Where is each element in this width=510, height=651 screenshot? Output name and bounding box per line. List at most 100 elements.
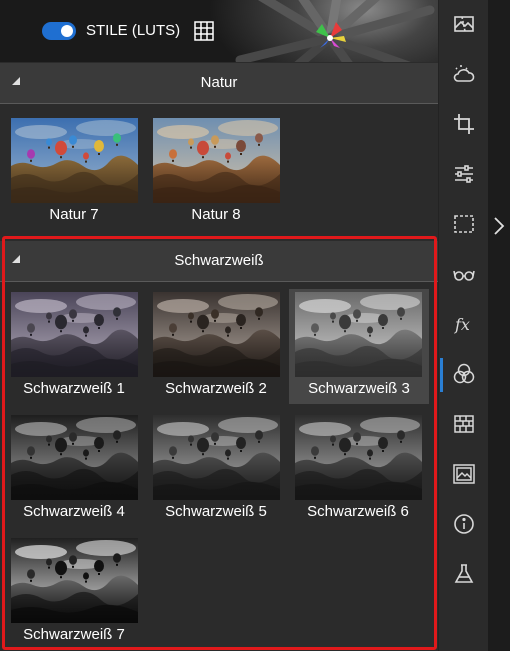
style-thumb-schwarzweiss-4[interactable]: Schwarzweiß 4 bbox=[8, 412, 140, 527]
frame-image-icon[interactable] bbox=[452, 462, 476, 486]
balloon-basket bbox=[344, 453, 346, 456]
balloon-shape bbox=[83, 449, 89, 457]
panel-topbar: STILE (LUTS) bbox=[0, 0, 438, 62]
balloon-basket bbox=[72, 565, 74, 568]
styles-toggle[interactable] bbox=[42, 22, 76, 40]
balloon-basket bbox=[314, 456, 316, 459]
style-thumb-natur-7[interactable]: Natur 7 bbox=[8, 115, 140, 230]
thumbnail-image bbox=[153, 292, 280, 377]
balloon-shape bbox=[353, 432, 361, 442]
sliders-icon[interactable] bbox=[452, 162, 476, 186]
style-thumb-schwarzweiss-5[interactable]: Schwarzweiß 5 bbox=[150, 412, 282, 527]
balloon-basket bbox=[190, 146, 192, 149]
balloon-basket bbox=[369, 334, 371, 337]
style-thumb-schwarzweiss-7[interactable]: Schwarzweiß 7 bbox=[8, 535, 140, 650]
styles-panel: STILE (LUTS) Natur Natur 7 Natur 8 Schwa… bbox=[0, 0, 438, 651]
balloon-basket bbox=[98, 573, 100, 575]
balloon-basket bbox=[172, 159, 174, 162]
crop-icon[interactable] bbox=[452, 112, 476, 136]
style-thumb-schwarzweiss-2[interactable]: Schwarzweiß 2 bbox=[150, 289, 282, 404]
balloon-shape bbox=[353, 309, 361, 319]
balloon-basket bbox=[314, 333, 316, 336]
balloon-shape bbox=[311, 446, 319, 456]
balloon-shape bbox=[83, 572, 89, 580]
balloon-basket bbox=[356, 442, 358, 445]
thumbnail-image bbox=[11, 292, 138, 377]
balloon-basket bbox=[60, 576, 62, 579]
balloon-shape bbox=[367, 449, 373, 457]
chevron-right-icon[interactable] bbox=[493, 216, 505, 236]
balloon-shape bbox=[236, 140, 246, 152]
balloon-basket bbox=[85, 457, 87, 460]
style-thumb-natur-8[interactable]: Natur 8 bbox=[150, 115, 282, 230]
balloon-shape bbox=[69, 309, 77, 319]
balloon-shape bbox=[211, 309, 219, 319]
balloon-basket bbox=[227, 160, 229, 163]
style-label: Schwarzweiß 2 bbox=[165, 380, 267, 397]
thumbnail-image bbox=[11, 538, 138, 623]
balloon-basket bbox=[116, 143, 118, 146]
balloon-landscape-image bbox=[153, 118, 280, 203]
balloon-shape bbox=[339, 437, 351, 453]
style-label: Schwarzweiß 4 bbox=[23, 503, 125, 520]
balloon-basket bbox=[258, 317, 260, 320]
balloon-basket bbox=[382, 450, 384, 452]
balloon-shape bbox=[83, 326, 89, 334]
balloon-shape bbox=[55, 140, 67, 156]
texture-icon[interactable] bbox=[452, 412, 476, 436]
collapse-strip[interactable] bbox=[488, 0, 510, 651]
balloon-basket bbox=[344, 330, 346, 333]
thumbnail-image bbox=[11, 415, 138, 500]
style-thumb-schwarzweiss-3[interactable]: Schwarzweiß 3 bbox=[289, 289, 429, 404]
balloon-shape bbox=[46, 435, 52, 443]
color-circles-icon[interactable] bbox=[452, 362, 476, 386]
balloon-basket bbox=[214, 442, 216, 445]
selection-icon[interactable] bbox=[452, 212, 476, 236]
style-thumb-schwarzweiss-1[interactable]: Schwarzweiß 1 bbox=[8, 289, 140, 404]
weather-icon[interactable] bbox=[452, 62, 476, 86]
balloon-basket bbox=[258, 143, 260, 146]
fx-icon[interactable]: fx bbox=[452, 312, 476, 336]
balloon-shape bbox=[378, 437, 388, 449]
style-label: Natur 8 bbox=[191, 206, 241, 223]
balloon-basket bbox=[72, 319, 74, 322]
category-header-schwarzweiss[interactable]: Schwarzweiß bbox=[0, 241, 438, 282]
balloon-shape bbox=[225, 449, 231, 457]
info-icon[interactable] bbox=[452, 512, 476, 536]
balloon-shape bbox=[27, 149, 35, 159]
styles-label: STILE (LUTS) bbox=[86, 22, 181, 39]
balloon-shape bbox=[397, 307, 405, 317]
thumbnail-image bbox=[153, 118, 280, 203]
image-landscape-icon[interactable] bbox=[452, 12, 476, 36]
balloon-landscape-image bbox=[153, 292, 280, 377]
balloon-basket bbox=[30, 579, 32, 582]
balloon-shape bbox=[113, 133, 121, 143]
balloon-shape bbox=[211, 432, 219, 442]
balloon-shape bbox=[197, 314, 209, 330]
category-header-natur[interactable]: Natur bbox=[0, 63, 438, 104]
balloon-basket bbox=[85, 160, 87, 163]
balloon-shape bbox=[330, 312, 336, 320]
balloon-shape bbox=[225, 326, 231, 334]
balloon-shape bbox=[211, 135, 219, 145]
grid-view-icon[interactable] bbox=[194, 21, 214, 41]
glasses-icon[interactable] bbox=[452, 262, 476, 286]
balloon-shape bbox=[69, 555, 77, 565]
balloon-shape bbox=[94, 560, 104, 572]
balloon-shape bbox=[188, 312, 194, 320]
balloon-basket bbox=[30, 159, 32, 162]
balloon-shape bbox=[55, 314, 67, 330]
style-thumb-schwarzweiss-6[interactable]: Schwarzweiß 6 bbox=[292, 412, 424, 527]
flask-icon[interactable] bbox=[452, 562, 476, 586]
category-title: Schwarzweiß bbox=[174, 252, 264, 269]
balloon-shape bbox=[46, 312, 52, 320]
balloon-shape bbox=[113, 553, 121, 563]
balloon-shape bbox=[255, 307, 263, 317]
svg-text:fx: fx bbox=[454, 315, 470, 334]
balloon-shape bbox=[55, 437, 67, 453]
balloon-landscape-image bbox=[295, 292, 422, 377]
balloon-basket bbox=[30, 456, 32, 459]
balloon-basket bbox=[172, 333, 174, 336]
balloon-basket bbox=[48, 443, 50, 446]
balloon-basket bbox=[214, 145, 216, 148]
